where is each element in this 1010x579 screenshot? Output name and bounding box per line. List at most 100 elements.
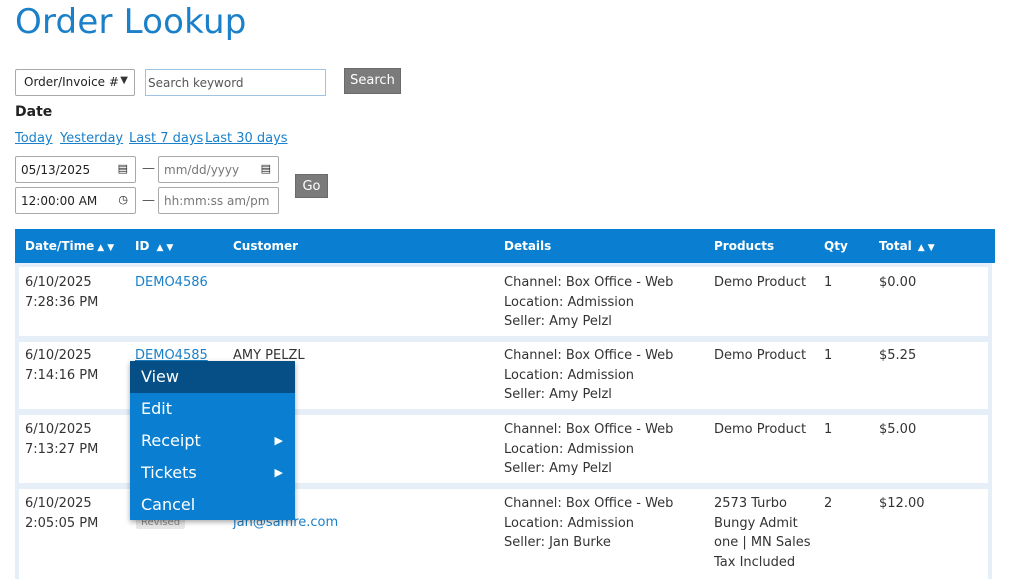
detail-seller: Seller: Amy Pelzl: [504, 387, 612, 402]
start-date-field[interactable]: 05/13/2025 ▤: [15, 156, 136, 183]
order-details: Channel: Box Office - Web Location: Admi…: [504, 273, 673, 332]
order-qty: 1: [824, 275, 833, 290]
order-datetime: 6/10/2025 7:14:16 PM: [25, 346, 98, 385]
sort-asc-icon[interactable]: ▲: [156, 243, 163, 253]
product-line: Tax Included: [714, 554, 796, 570]
col-qty: Qty: [824, 239, 848, 253]
date-link-today[interactable]: Today: [15, 131, 53, 146]
search-button[interactable]: Search: [344, 68, 401, 94]
start-time-value: 12:00:00 AM: [21, 194, 98, 208]
order-datetime: 6/10/2025 7:28:36 PM: [25, 273, 98, 312]
search-type-value: Order/Invoice #: [24, 75, 119, 89]
col-datetime-label: Date/Time: [25, 239, 95, 253]
detail-channel: Channel: Box Office - Web: [504, 348, 674, 363]
menu-item-label: Tickets: [141, 463, 197, 482]
end-time-field[interactable]: hh:mm:ss am/pm: [158, 187, 279, 214]
sort-asc-icon[interactable]: ▲: [918, 243, 925, 253]
order-qty: 1: [824, 348, 833, 363]
order-time: 7:14:16 PM: [25, 367, 99, 383]
menu-item-cancel[interactable]: Cancel: [130, 489, 295, 521]
menu-item-edit[interactable]: Edit: [130, 393, 295, 425]
menu-item-receipt[interactable]: Receipt ▶: [130, 425, 295, 457]
detail-channel: Channel: Box Office - Web: [504, 275, 674, 290]
order-products: 2573 Turbo Bungy Admit one | MN Sales Ta…: [714, 494, 811, 572]
search-input[interactable]: Search keyword: [145, 69, 326, 96]
date-link-last-7-days[interactable]: Last 7 days: [129, 131, 203, 146]
order-details: Channel: Box Office - Web Location: Admi…: [504, 494, 673, 553]
detail-channel: Channel: Box Office - Web: [504, 496, 674, 511]
order-time: 2:05:05 PM: [25, 515, 99, 531]
menu-item-label: Edit: [141, 399, 172, 418]
table-header: Date/Time ▲ ▼ ID ▲ ▼ Customer Details Produc…: [15, 229, 995, 263]
detail-location: Location: Admission: [504, 294, 635, 310]
menu-item-label: View: [141, 367, 179, 386]
detail-location: Location: Admission: [504, 515, 635, 531]
order-time: 7:28:36 PM: [25, 294, 99, 310]
date-link-last-30-days[interactable]: Last 30 days: [205, 131, 288, 146]
submenu-arrow-icon: ▶: [274, 434, 283, 447]
product-line: Bungy Admit: [714, 515, 798, 531]
go-button[interactable]: Go: [295, 174, 328, 198]
row-context-menu: View Edit Receipt ▶ Tickets ▶ Cancel: [130, 361, 295, 520]
sort-desc-icon[interactable]: ▼: [107, 243, 114, 253]
col-total-label: Total: [879, 239, 912, 253]
order-date: 6/10/2025: [25, 348, 92, 363]
sort-desc-icon[interactable]: ▼: [166, 243, 173, 253]
sort-desc-icon[interactable]: ▼: [928, 243, 935, 253]
order-date: 6/10/2025: [25, 275, 92, 290]
order-qty: 1: [824, 422, 833, 437]
date-link-yesterday[interactable]: Yesterday: [60, 131, 123, 146]
order-datetime: 6/10/2025 2:05:05 PM: [25, 494, 98, 533]
col-details: Details: [504, 239, 552, 253]
col-id[interactable]: ID ▲ ▼: [135, 239, 173, 253]
detail-seller: Seller: Amy Pelzl: [504, 314, 612, 329]
order-id-link[interactable]: DEMO4586: [135, 273, 208, 293]
detail-seller: Seller: Jan Burke: [504, 535, 611, 550]
menu-item-label: Receipt: [141, 431, 201, 450]
order-details: Channel: Box Office - Web Location: Admi…: [504, 420, 673, 479]
order-date: 6/10/2025: [25, 496, 92, 511]
product-line: one | MN Sales: [714, 535, 811, 550]
detail-seller: Seller: Amy Pelzl: [504, 461, 612, 476]
calendar-icon[interactable]: ▤: [261, 162, 271, 175]
time-separator: —: [142, 193, 155, 208]
order-details: Channel: Box Office - Web Location: Admi…: [504, 346, 673, 405]
detail-channel: Channel: Box Office - Web: [504, 422, 674, 437]
search-type-select[interactable]: Order/Invoice # ▼: [15, 69, 135, 96]
menu-item-label: Cancel: [141, 495, 196, 514]
date-label: Date: [15, 104, 53, 120]
clock-icon[interactable]: ◷: [118, 193, 128, 206]
order-products: Demo Product: [714, 422, 807, 437]
table-row[interactable]: 6/10/2025 7:28:36 PM DEMO4586 Channel: B…: [19, 267, 988, 336]
submenu-arrow-icon: ▶: [274, 466, 283, 479]
start-date-value: 05/13/2025: [21, 163, 91, 177]
order-total: $12.00: [879, 496, 925, 511]
col-datetime[interactable]: Date/Time ▲ ▼: [25, 239, 114, 253]
chevron-down-icon: ▼: [120, 75, 128, 86]
col-total[interactable]: Total ▲ ▼: [879, 239, 935, 253]
end-date-placeholder: mm/dd/yyyy: [164, 163, 240, 177]
order-products: Demo Product: [714, 348, 807, 363]
detail-location: Location: Admission: [504, 441, 635, 457]
order-date: 6/10/2025: [25, 422, 92, 437]
order-products: Demo Product: [714, 275, 807, 290]
order-datetime: 6/10/2025 7:13:27 PM: [25, 420, 98, 459]
sort-asc-icon[interactable]: ▲: [97, 243, 104, 253]
col-products: Products: [714, 239, 775, 253]
menu-item-tickets[interactable]: Tickets ▶: [130, 457, 295, 489]
end-date-field[interactable]: mm/dd/yyyy ▤: [158, 156, 279, 183]
col-customer: Customer: [233, 239, 299, 253]
col-id-label: ID: [135, 239, 150, 253]
order-time: 7:13:27 PM: [25, 441, 99, 457]
page-title: Order Lookup: [15, 2, 247, 42]
order-total: $5.25: [879, 348, 917, 363]
order-total: $5.00: [879, 422, 917, 437]
order-qty: 2: [824, 496, 833, 511]
product-line: 2573 Turbo: [714, 496, 787, 511]
detail-location: Location: Admission: [504, 367, 635, 383]
start-time-field[interactable]: 12:00:00 AM ◷: [15, 187, 136, 214]
calendar-icon[interactable]: ▤: [118, 162, 128, 175]
menu-item-view[interactable]: View: [130, 361, 295, 393]
order-total: $0.00: [879, 275, 917, 290]
date-separator: —: [142, 161, 155, 176]
